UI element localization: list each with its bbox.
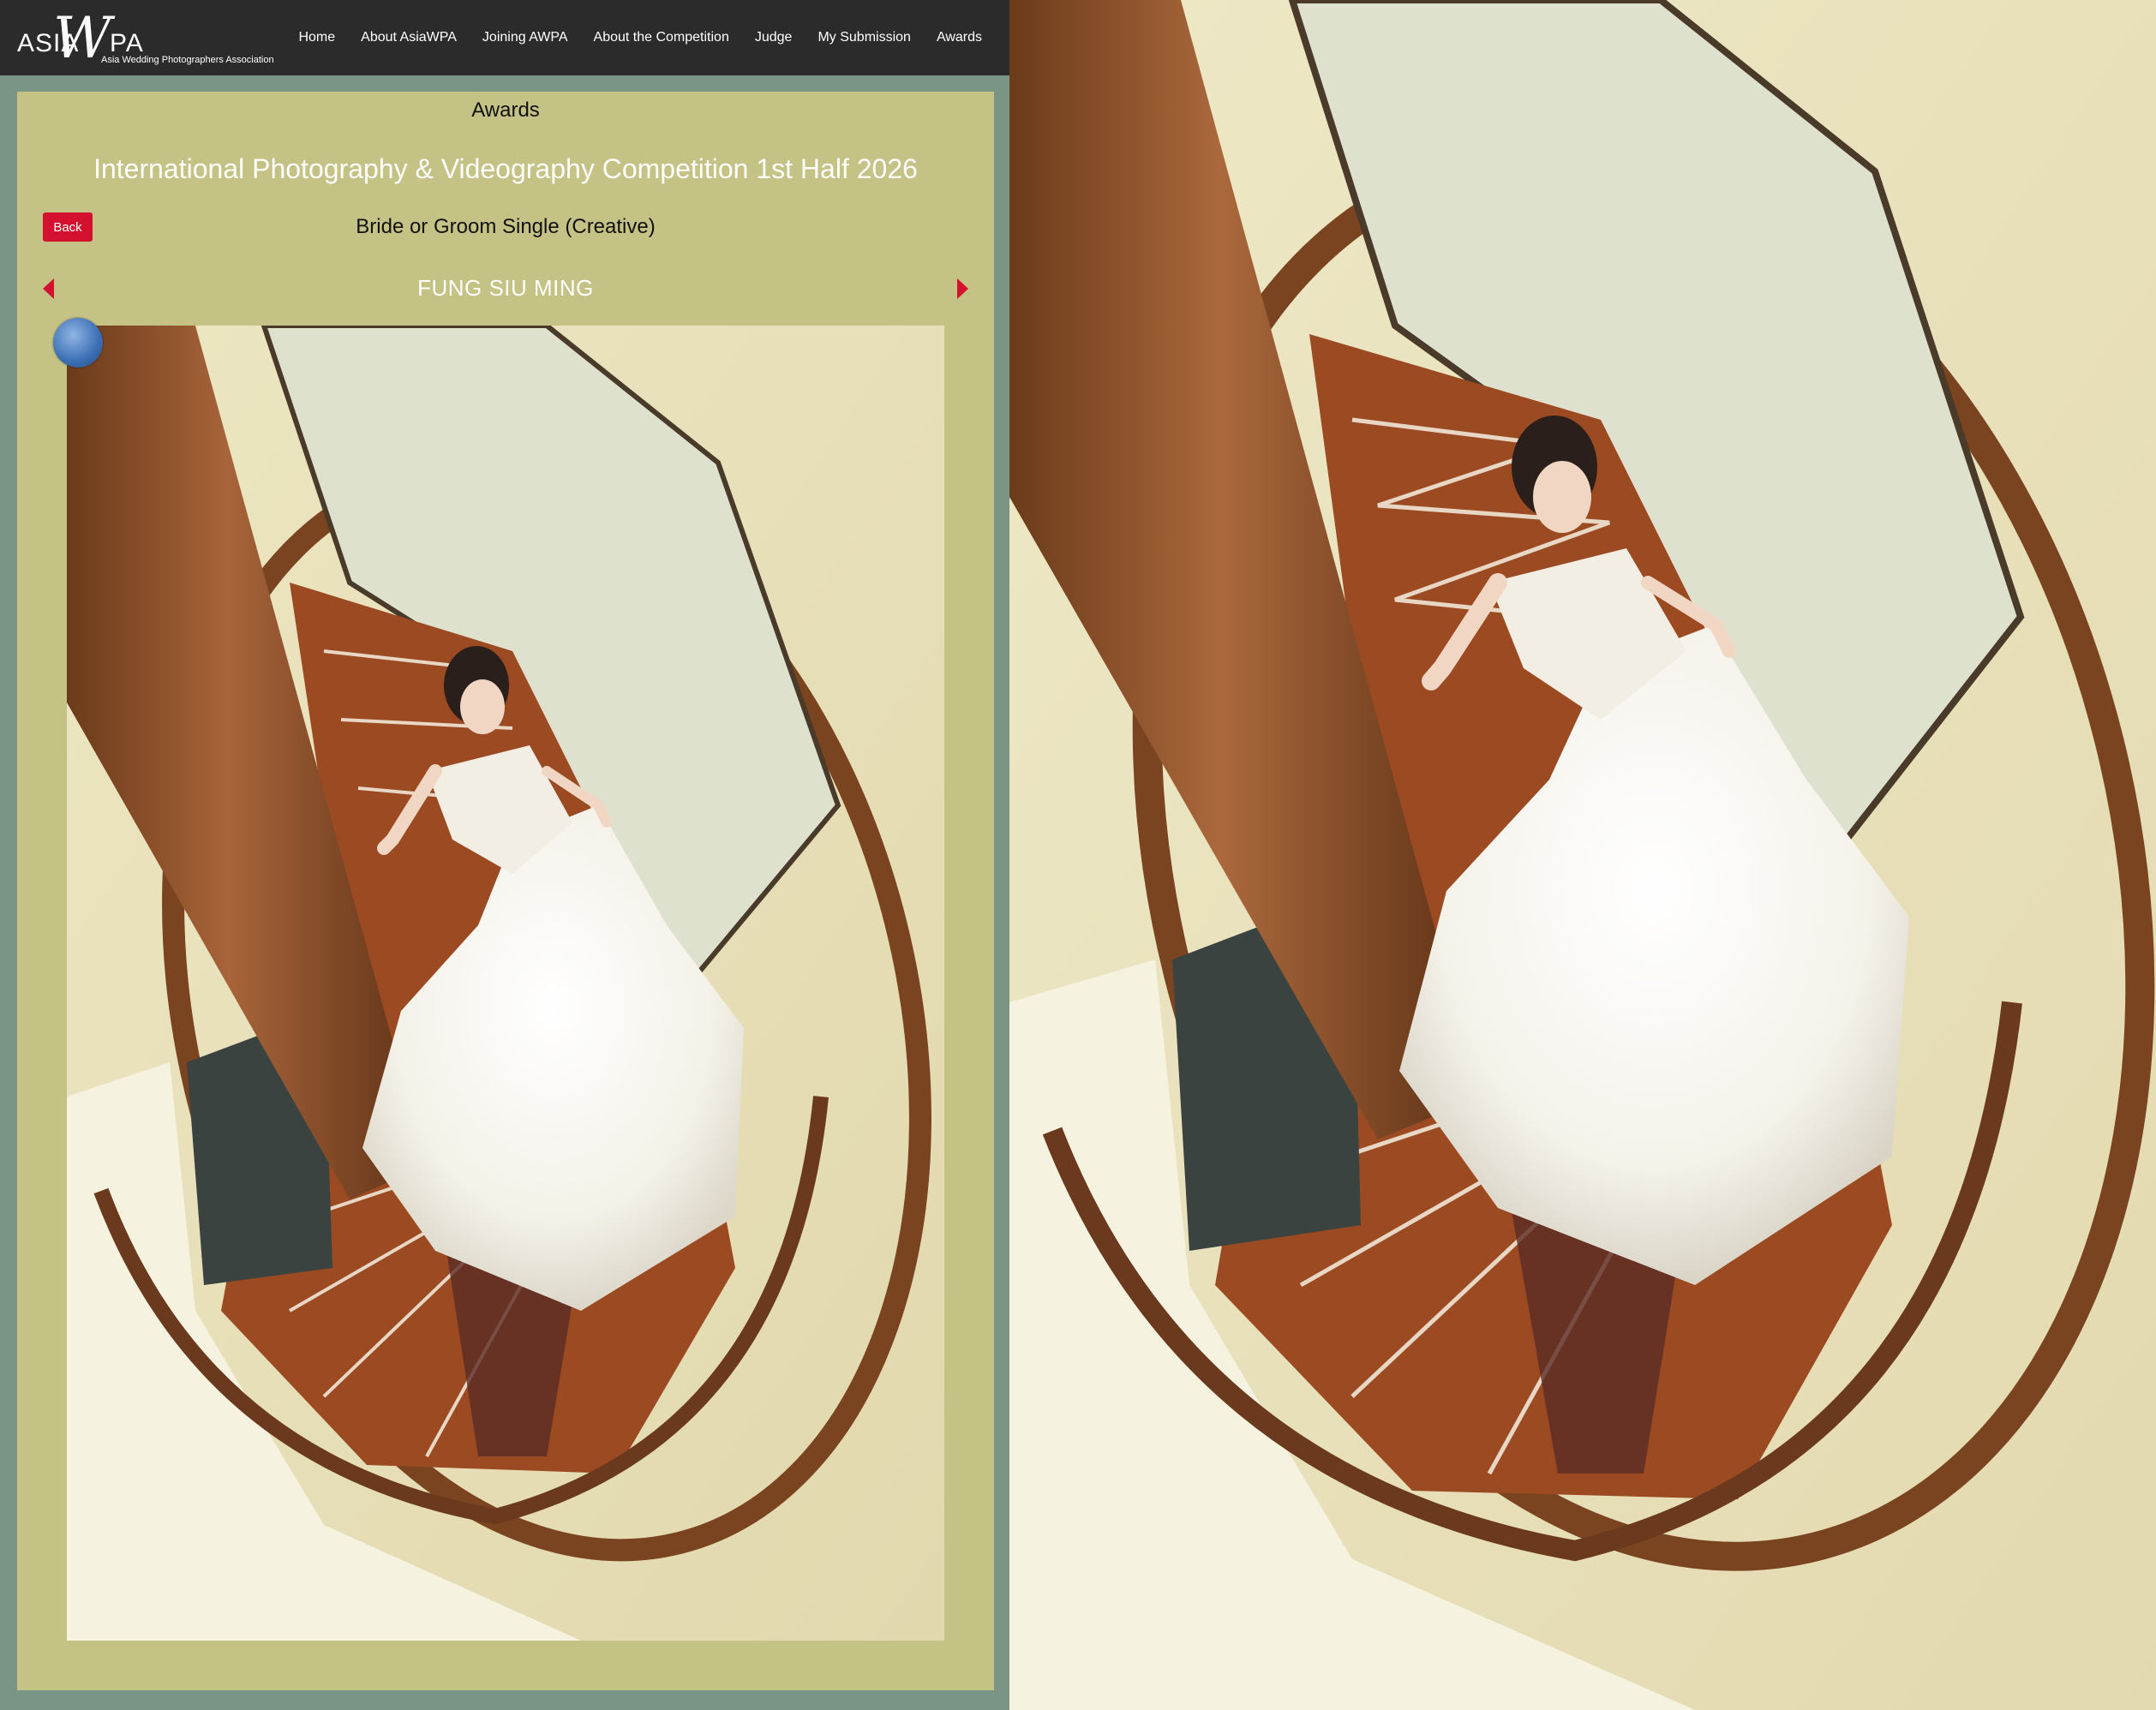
bride-staircase-photo xyxy=(67,326,944,1641)
awards-page: ASIA W PA Asia Wedding Photographers Ass… xyxy=(0,0,1009,1710)
main-nav: Home About AsiaWPA Joining AWPA About th… xyxy=(298,0,982,75)
page-title: Awards xyxy=(471,99,540,122)
top-navbar: ASIA W PA Asia Wedding Photographers Ass… xyxy=(0,0,1009,75)
award-content-panel: Awards International Photography & Video… xyxy=(17,92,994,1690)
award-photo[interactable] xyxy=(67,326,944,1641)
photographer-name: FUNG SIU MING xyxy=(417,275,594,301)
award-badge-icon xyxy=(53,318,103,368)
nav-my-submission[interactable]: My Submission xyxy=(817,30,910,45)
arrow-right-icon[interactable] xyxy=(957,278,968,299)
logo-text-pa: PA xyxy=(110,29,144,57)
competition-title: International Photography & Videography … xyxy=(93,153,918,184)
nav-home[interactable]: Home xyxy=(298,30,335,45)
bride-staircase-photo-large xyxy=(1009,0,2156,1710)
award-category: Bride or Groom Single (Creative) xyxy=(356,215,656,238)
nav-joining-awpa[interactable]: Joining AWPA xyxy=(482,30,568,45)
nav-awards[interactable]: Awards xyxy=(937,30,982,45)
enlarged-photo-view[interactable] xyxy=(1009,0,2156,1710)
nav-judge[interactable]: Judge xyxy=(755,30,793,45)
logo-subtitle: Asia Wedding Photographers Association xyxy=(101,55,274,65)
nav-about-competition[interactable]: About the Competition xyxy=(594,30,729,45)
nav-about-asiawpa[interactable]: About AsiaWPA xyxy=(361,30,457,45)
asiawpa-logo[interactable]: ASIA W PA Asia Wedding Photographers Ass… xyxy=(15,5,274,71)
